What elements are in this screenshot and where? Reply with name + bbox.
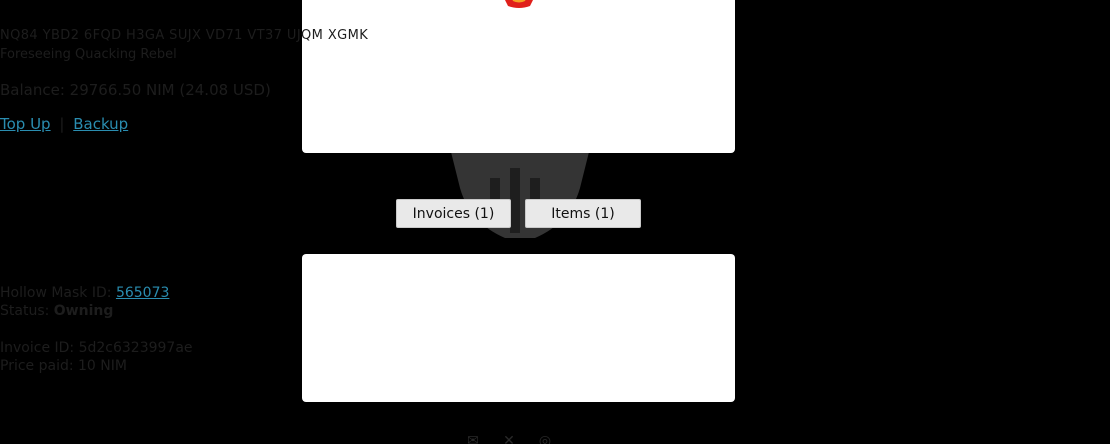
x-icon[interactable]: ✕ (498, 434, 520, 444)
price-value: 10 NIM (78, 358, 127, 374)
status-value: Owning (53, 303, 114, 319)
link-separator: | (59, 115, 65, 133)
mail-icon[interactable]: ✉ (462, 434, 484, 444)
invoice-id-value: 5d2c6323997ae (78, 340, 193, 356)
balance-label: Balance: (0, 81, 65, 99)
price-label: Price paid: (0, 358, 74, 374)
invoice-id-row: Invoice ID: 5d2c6323997ae (0, 340, 1110, 356)
top-up-link[interactable]: Top Up (0, 115, 51, 133)
invoice-id-label: Invoice ID: (0, 340, 75, 356)
page: NQ84 YBD2 6FQD H3GA SUJX VD71 VT37 UJQM … (0, 0, 1110, 444)
status-row: Status: Owning (0, 303, 1110, 319)
mask-id-row: Hollow Mask ID: 565073 (0, 285, 1110, 301)
item-card (302, 254, 735, 402)
wallet-name: Foreseeing Quacking Rebel (0, 47, 177, 62)
mask-id-link[interactable]: 565073 (116, 285, 169, 301)
tab-invoices[interactable]: Invoices (1) (396, 199, 511, 228)
price-row: Price paid: 10 NIM (0, 358, 1110, 374)
github-icon[interactable]: ◎ (534, 434, 556, 444)
mask-id-label: Hollow Mask ID: (0, 285, 112, 301)
tab-items[interactable]: Items (1) (525, 199, 641, 228)
footer-icons: ✉ ✕ ◎ (462, 434, 572, 444)
wallet-identicon (505, 0, 533, 8)
tab-bar: Invoices (1) Items (1) (396, 199, 646, 229)
status-label: Status: (0, 303, 50, 319)
wallet-actions: Top Up | Backup (0, 115, 1110, 133)
balance-value: 29766.50 NIM (24.08 USD) (69, 81, 271, 99)
wallet-balance: Balance: 29766.50 NIM (24.08 USD) (0, 81, 1110, 99)
backup-link[interactable]: Backup (73, 115, 128, 133)
wallet-address: NQ84 YBD2 6FQD H3GA SUJX VD71 VT37 UJQM … (0, 28, 369, 43)
